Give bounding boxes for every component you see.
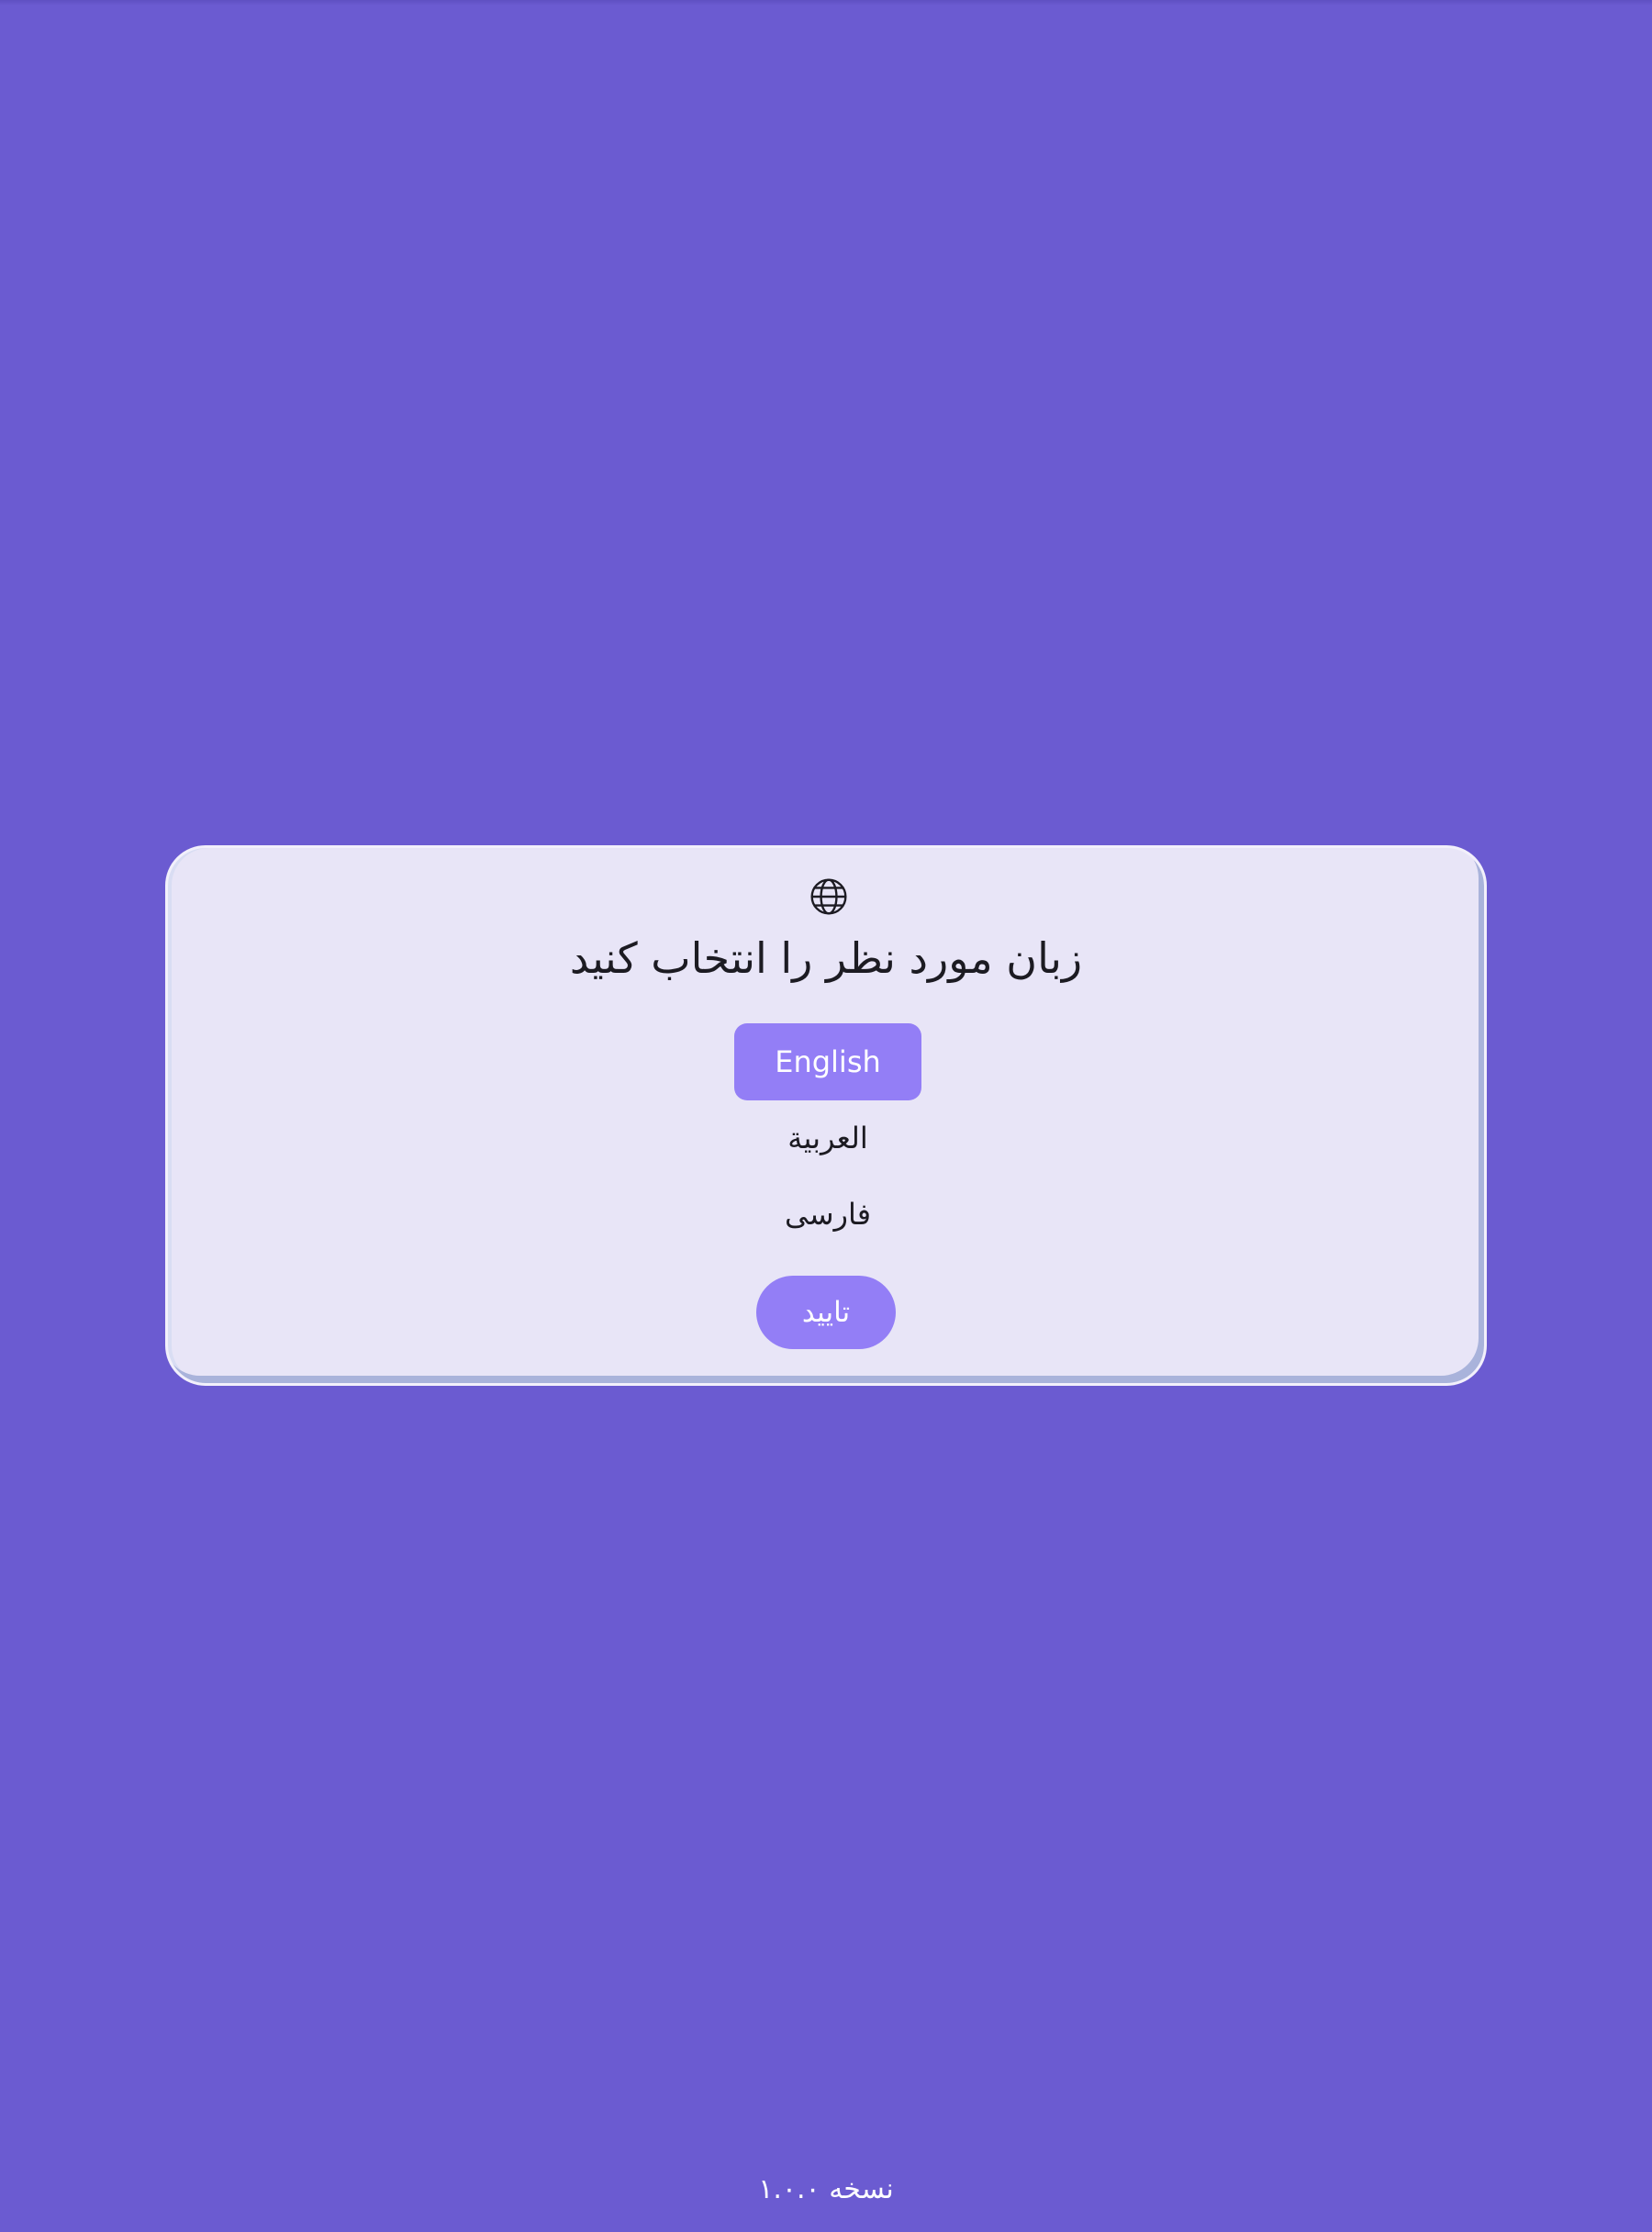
language-option-arabic[interactable]: العربية	[734, 1099, 921, 1177]
language-dialog: زبان مورد نظر را انتخاب کنید English الع…	[165, 845, 1487, 1386]
language-option-label: English	[775, 1044, 881, 1079]
status-bar-edge	[0, 0, 1652, 6]
language-option-english[interactable]: English	[734, 1023, 921, 1100]
language-option-label: فارسی	[785, 1197, 871, 1232]
language-option-label: العربية	[787, 1121, 868, 1155]
confirm-button-label: تایید	[801, 1296, 851, 1329]
globe-icon	[809, 876, 849, 917]
language-option-persian[interactable]: فارسی	[734, 1176, 921, 1253]
confirm-button[interactable]: تایید	[756, 1276, 896, 1349]
version-label: نسخه ۱.۰.۰	[758, 2173, 894, 2205]
dialog-title: زبان مورد نظر را انتخاب کنید	[569, 933, 1083, 983]
